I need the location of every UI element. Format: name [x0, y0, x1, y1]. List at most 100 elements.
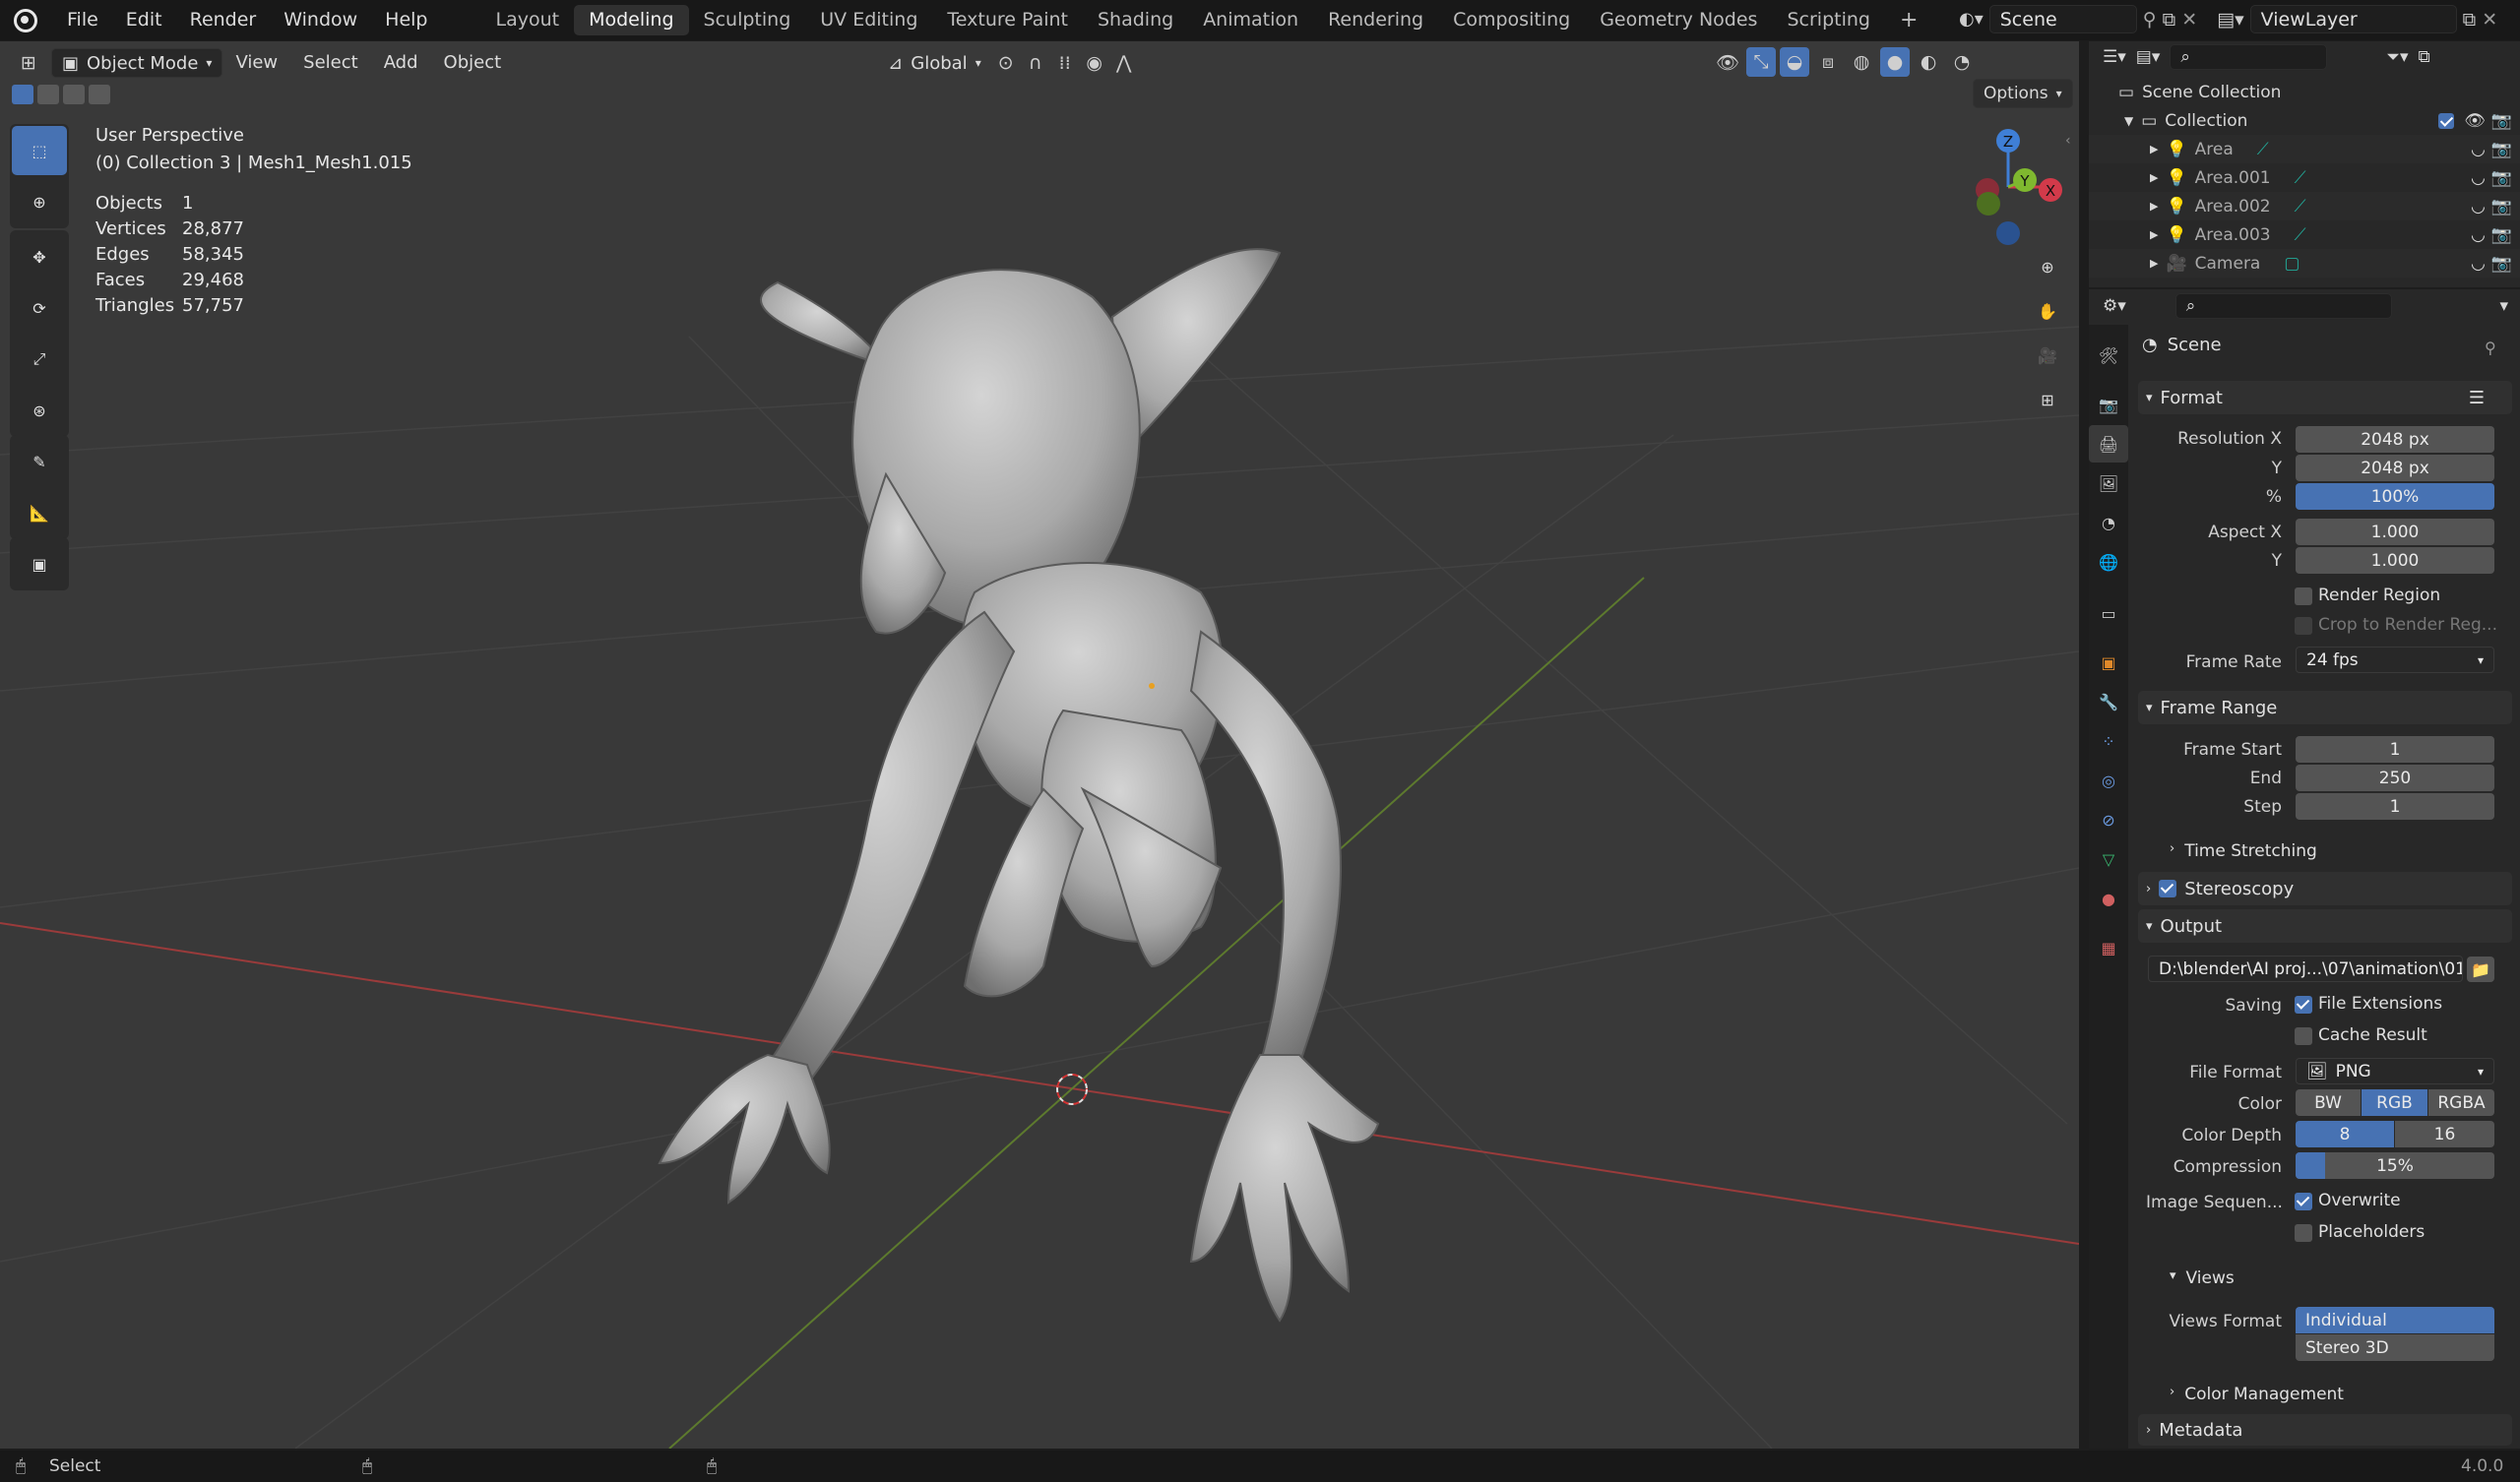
delete-viewlayer-icon[interactable]: ✕ — [2482, 9, 2497, 31]
menu-edit[interactable]: Edit — [112, 0, 176, 40]
color-rgb-option[interactable]: RGB — [2362, 1089, 2427, 1116]
cache-result-checkbox[interactable] — [2295, 1027, 2312, 1045]
rendered-shading-icon[interactable]: ◔ — [1947, 47, 1977, 77]
pin-icon[interactable]: ⚲ — [2143, 9, 2157, 31]
render-region-checkbox[interactable] — [2295, 587, 2312, 605]
pivot-point-icon[interactable]: ⊙ — [991, 48, 1021, 78]
tab-animation[interactable]: Animation — [1188, 5, 1313, 35]
camera-view-icon[interactable]: 🎥 — [2025, 333, 2070, 378]
folder-icon[interactable]: 📁 — [2467, 957, 2494, 982]
stereoscopy-checkbox[interactable] — [2159, 880, 2177, 897]
tab-shading[interactable]: Shading — [1083, 5, 1188, 35]
gizmo-neg-z[interactable] — [1996, 221, 2020, 245]
color-depth-8-option[interactable]: 8 — [2296, 1121, 2394, 1147]
snap-icon[interactable]: ∩ — [1021, 48, 1050, 78]
delete-scene-icon[interactable]: ✕ — [2181, 9, 2197, 31]
scale-tool-icon[interactable]: ⤢ — [12, 335, 67, 384]
falloff-icon[interactable]: ⋀ — [1109, 48, 1139, 78]
hidden-eye-icon[interactable]: ◡ — [2471, 254, 2486, 274]
tab-scripting[interactable]: Scripting — [1772, 5, 1885, 35]
collection-checkbox[interactable] — [2438, 112, 2455, 129]
blender-logo-icon[interactable] — [14, 8, 37, 32]
display-mode-icon[interactable]: ▤▾ — [2136, 47, 2161, 67]
camera-render-icon[interactable]: 📷 — [2491, 140, 2512, 159]
snap-target-icon[interactable]: ⁞⁞ — [1050, 48, 1080, 78]
frame-end-field[interactable]: 250 — [2296, 765, 2494, 791]
hidden-eye-icon[interactable]: ◡ — [2471, 140, 2486, 159]
expand-arrow-icon[interactable]: ▶ — [2150, 257, 2158, 270]
metadata-panel-header[interactable]: › Metadata — [2138, 1414, 2512, 1446]
gizmo-toggle-icon[interactable]: ⤡ — [1746, 47, 1776, 77]
pin-icon[interactable]: ⚲ — [2485, 339, 2496, 357]
resolution-y-field[interactable]: 2048 px — [2296, 455, 2494, 481]
file-extensions-checkbox[interactable] — [2295, 996, 2312, 1014]
mode-dropdown[interactable]: ▣ Object Mode ▾ — [51, 48, 223, 78]
color-rgba-option[interactable]: RGBA — [2428, 1089, 2494, 1116]
proportional-edit-icon[interactable]: ◉ — [1080, 48, 1109, 78]
new-viewlayer-icon[interactable]: ⧉ — [2463, 9, 2477, 31]
properties-search-input[interactable]: ⌕ — [2174, 293, 2392, 319]
menu-window[interactable]: Window — [270, 0, 371, 40]
xray-icon[interactable]: ⧈ — [1813, 47, 1843, 77]
3d-viewport[interactable] — [0, 41, 2079, 1449]
views-individual-option[interactable]: Individual — [2296, 1307, 2494, 1333]
menu-view[interactable]: View — [222, 48, 290, 78]
tool-tab-icon[interactable]: 🛠 — [2089, 337, 2128, 374]
world-tab-icon[interactable]: 🌐 — [2089, 543, 2128, 581]
expand-arrow-icon[interactable]: ▶ — [2150, 143, 2158, 155]
tab-layout[interactable]: Layout — [481, 5, 575, 35]
select-subtract-icon[interactable] — [63, 85, 85, 104]
goblin-mesh[interactable] — [658, 248, 1380, 1323]
menu-object[interactable]: Object — [431, 48, 515, 78]
camera-render-icon[interactable]: 📷 — [2491, 168, 2512, 188]
output-tab-icon[interactable]: 🖨 — [2089, 425, 2128, 463]
camera-render-icon[interactable]: 📷 — [2491, 254, 2512, 274]
material-tab-icon[interactable]: ● — [2089, 880, 2128, 917]
outliner-item[interactable]: ▶ 💡 Area.002 ⟋ ◡ 📷 — [2089, 192, 2520, 220]
aspect-x-field[interactable]: 1.000 — [2296, 519, 2494, 545]
collection-tab-icon[interactable]: ▭ — [2089, 594, 2128, 632]
select-extend-icon[interactable] — [37, 85, 59, 104]
time-stretching-subpanel[interactable]: › Time Stretching — [2170, 841, 2317, 861]
filter-icon[interactable]: ⏷▾ — [2386, 47, 2408, 67]
hidden-eye-icon[interactable]: ◡ — [2471, 197, 2486, 216]
viewlayer-field[interactable]: ViewLayer — [2249, 5, 2457, 33]
new-collection-icon[interactable]: ⧉ — [2419, 47, 2430, 67]
file-format-dropdown[interactable]: 🖼 PNG ▾ — [2296, 1058, 2494, 1084]
transform-tool-icon[interactable]: ⊛ — [12, 386, 67, 435]
measure-tool-icon[interactable]: 📐 — [12, 488, 67, 537]
data-tab-icon[interactable]: ▽ — [2089, 840, 2128, 878]
scene-selector-icon[interactable]: ◐▾ — [1959, 9, 1984, 30]
tab-geometry-nodes[interactable]: Geometry Nodes — [1585, 5, 1772, 35]
tab-rendering[interactable]: Rendering — [1313, 5, 1438, 35]
texture-tab-icon[interactable]: ▦ — [2089, 929, 2128, 966]
scene-tab-icon[interactable]: ◔ — [2089, 504, 2128, 541]
particles-tab-icon[interactable]: ⁘ — [2089, 722, 2128, 760]
camera-render-icon[interactable]: 📷 — [2491, 197, 2512, 216]
chevron-down-icon[interactable]: ▾ — [2499, 296, 2508, 316]
view-layer-tab-icon[interactable]: 🖼 — [2089, 464, 2128, 502]
outliner-item[interactable]: ▶ 💡 Area.003 ⟋ ◡ 📷 — [2089, 220, 2520, 249]
frame-rate-dropdown[interactable]: 24 fps ▾ — [2296, 647, 2494, 673]
cursor-tool-icon[interactable]: ⊕ — [12, 177, 67, 226]
select-box-tool-icon[interactable]: ⬚ — [12, 126, 67, 175]
viewport-scene[interactable] — [0, 41, 2079, 1449]
crop-region-checkbox[interactable] — [2295, 617, 2312, 635]
color-management-subpanel[interactable]: › Color Management — [2170, 1385, 2344, 1404]
frame-step-field[interactable]: 1 — [2296, 793, 2494, 820]
object-tab-icon[interactable]: ▣ — [2089, 644, 2128, 681]
expand-arrow-icon[interactable]: ▶ — [2150, 171, 2158, 184]
overwrite-checkbox[interactable] — [2295, 1193, 2312, 1210]
navigation-gizmo[interactable]: Z X Y — [1944, 123, 2072, 251]
output-panel-header[interactable]: ▾ Output — [2138, 909, 2512, 943]
frame-range-panel-header[interactable]: ▾ Frame Range — [2138, 691, 2512, 724]
select-intersect-icon[interactable] — [89, 85, 110, 104]
outliner-search-input[interactable]: ⌕ — [2170, 44, 2328, 70]
outliner-editor-icon[interactable]: ☰▾ — [2103, 47, 2126, 67]
menu-help[interactable]: Help — [371, 0, 441, 40]
visibility-icon[interactable]: 👁 — [1713, 47, 1742, 77]
outliner-item[interactable]: ▶ 🎥 Camera ▢ ◡ 📷 — [2089, 249, 2520, 278]
select-mode-buttons[interactable] — [12, 85, 110, 104]
tab-modeling[interactable]: Modeling — [574, 5, 689, 35]
gizmo-neg-y[interactable] — [1977, 192, 2000, 216]
